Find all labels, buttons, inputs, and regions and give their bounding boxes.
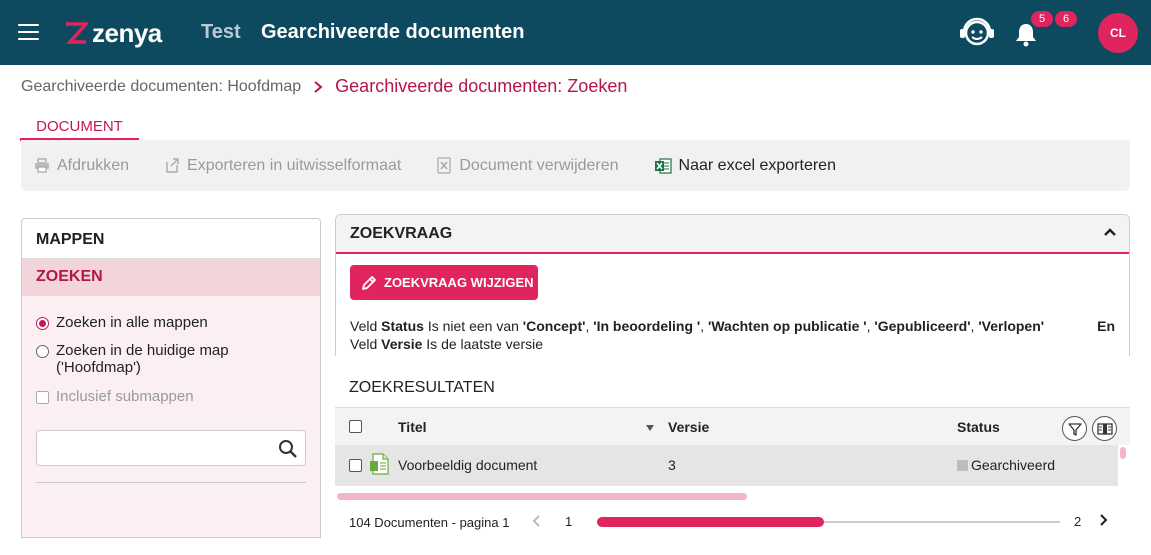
print-label: Afdrukken <box>57 156 130 174</box>
radio-label-all-folders: Zoeken in alle mappen <box>56 314 208 331</box>
delete-document-label: Document verwijderen <box>459 156 619 174</box>
row-checkbox[interactable] <box>349 459 362 472</box>
export-icon <box>166 158 179 173</box>
chevron-left-icon[interactable] <box>531 514 541 528</box>
query-value: 'Verlopen' <box>978 318 1045 334</box>
search-icon[interactable] <box>278 439 298 459</box>
radio-search-all-folders[interactable]: Zoeken in alle mappen <box>36 314 208 331</box>
tab-document[interactable]: DOCUMENT <box>20 118 139 141</box>
row-status-label: Gearchiveerd <box>971 457 1056 473</box>
environment-label: Test <box>201 21 241 43</box>
query-text: Veld <box>350 336 382 352</box>
checkbox[interactable] <box>36 391 49 404</box>
menu-icon[interactable] <box>18 24 39 40</box>
breadcrumb-current: Gearchiveerde documenten: Zoeken <box>335 76 628 96</box>
chevron-right-icon[interactable] <box>1099 513 1109 527</box>
chevron-up-icon[interactable] <box>1103 227 1117 237</box>
filter-icon <box>1067 422 1082 436</box>
radio-button-checked[interactable] <box>36 317 49 330</box>
filter-button[interactable] <box>1062 416 1087 441</box>
folder-search-input[interactable] <box>37 431 267 465</box>
app-logo[interactable]: zenya <box>64 17 162 48</box>
edit-query-button[interactable]: ZOEKVRAAG WIJZIGEN <box>350 265 538 300</box>
top-bar: zenya Test Gearchiveerde documenten 5 6 … <box>0 0 1151 65</box>
query-conjunction: En <box>1097 318 1115 334</box>
query-header[interactable]: ZOEKVRAAG <box>336 215 1129 254</box>
delete-document-icon <box>437 157 452 174</box>
query-value: 'Gepubliceerd' <box>874 318 971 334</box>
current-folder-label: Zoeken in de huidige map <box>56 342 229 359</box>
query-text: Veld <box>350 318 382 334</box>
excel-export-label: Naar excel exporteren <box>678 156 836 174</box>
results-grid: Titel Versie Status Voorbeeldig document… <box>335 407 1130 502</box>
query-value: 'Wachten op publicatie ' <box>708 318 867 334</box>
column-header-title[interactable]: Titel <box>398 419 427 435</box>
document-icon <box>370 453 389 475</box>
query-field: Versie <box>381 336 423 352</box>
export-label: Exporteren in uitwisselformaat <box>187 156 402 174</box>
select-all-checkbox[interactable] <box>349 420 362 433</box>
status-color-icon <box>957 460 968 471</box>
divider <box>36 482 306 483</box>
radio-button[interactable] <box>36 345 49 358</box>
query-field: Status <box>381 318 424 334</box>
folder-search-box[interactable] <box>36 430 306 466</box>
include-subfolders-checkbox[interactable]: Inclusief submappen <box>36 388 194 405</box>
export-button[interactable]: Exporteren in uitwisselformaat <box>164 157 401 175</box>
page-first[interactable]: 1 <box>565 514 572 529</box>
columns-icon <box>1096 422 1113 435</box>
zenya-logo-icon <box>66 22 88 44</box>
user-avatar[interactable]: CL <box>1098 13 1138 53</box>
row-version: 3 <box>668 457 676 473</box>
delete-document-button[interactable]: Document verwijderen <box>436 156 619 175</box>
grid-header: Titel Versie Status <box>335 407 1130 445</box>
pager: 104 Documenten - pagina 1 1 2 <box>335 505 1130 539</box>
excel-export-button[interactable]: Naar excel exporteren <box>654 157 836 175</box>
query-condition-1: Veld Status Is niet een van 'Concept', '… <box>350 318 1044 334</box>
query-operator: Is de laatste versie <box>422 336 544 352</box>
page-slider-fill[interactable] <box>597 517 824 527</box>
include-subfolders-label: Inclusief submappen <box>56 388 194 405</box>
breadcrumb-parent[interactable]: Gearchiveerde documenten: Hoofdmap <box>21 78 301 96</box>
query-condition-2: Veld Versie Is de laatste versie <box>350 336 543 352</box>
printer-icon <box>35 158 49 173</box>
row-status: Gearchiveerd <box>957 457 1055 473</box>
page-last[interactable]: 2 <box>1074 514 1081 529</box>
sort-desc-icon[interactable] <box>646 425 654 431</box>
folders-header[interactable]: MAPPEN <box>22 219 320 259</box>
query-value: 'Concept' <box>522 318 586 334</box>
support-icon[interactable] <box>957 15 997 49</box>
chevron-right-icon <box>314 80 323 93</box>
query-value: 'In beoordeling ' <box>593 318 701 334</box>
brand-name: zenya <box>92 17 162 48</box>
query-panel: ZOEKVRAAG ZOEKVRAAG WIJZIGEN Veld Status… <box>335 214 1130 356</box>
radio-search-current-folder[interactable]: Zoeken in de huidige map ('Hoofdmap') <box>36 342 229 376</box>
column-header-status[interactable]: Status <box>957 419 1000 435</box>
result-count: 104 Documenten - pagina 1 <box>349 515 510 530</box>
current-folder-name: ('Hoofdmap') <box>56 359 141 376</box>
query-header-label: ZOEKVRAAG <box>350 225 453 242</box>
query-separator: , <box>700 318 709 334</box>
page-title: Gearchiveerde documenten <box>261 21 525 43</box>
edit-query-label: ZOEKVRAAG WIJZIGEN <box>384 275 534 290</box>
print-button[interactable]: Afdrukken <box>34 157 129 175</box>
notification-badge[interactable]: 5 <box>1031 11 1053 27</box>
left-panel: MAPPEN ZOEKEN Zoeken in alle mappen Zoek… <box>21 218 321 538</box>
breadcrumb: Gearchiveerde documenten: Hoofdmap Gearc… <box>21 76 627 97</box>
task-badge[interactable]: 6 <box>1055 11 1077 27</box>
query-operator: Is niet een van <box>423 318 523 334</box>
search-header[interactable]: ZOEKEN <box>22 259 320 296</box>
pencil-icon <box>362 275 376 290</box>
column-chooser-button[interactable] <box>1092 416 1117 441</box>
results-title: ZOEKRESULTATEN <box>349 379 495 396</box>
row-title[interactable]: Voorbeeldig document <box>398 457 537 473</box>
radio-label-current-folder: Zoeken in de huidige map ('Hoofdmap') <box>56 342 229 376</box>
vertical-scrollbar[interactable] <box>1120 447 1126 459</box>
table-row[interactable]: Voorbeeldig document 3 Gearchiveerd <box>335 445 1118 486</box>
horizontal-scrollbar[interactable] <box>337 493 747 500</box>
column-header-version[interactable]: Versie <box>668 419 709 435</box>
ribbon-toolbar: Afdrukken Exporteren in uitwisselformaat… <box>21 140 1130 191</box>
excel-icon <box>654 157 672 174</box>
